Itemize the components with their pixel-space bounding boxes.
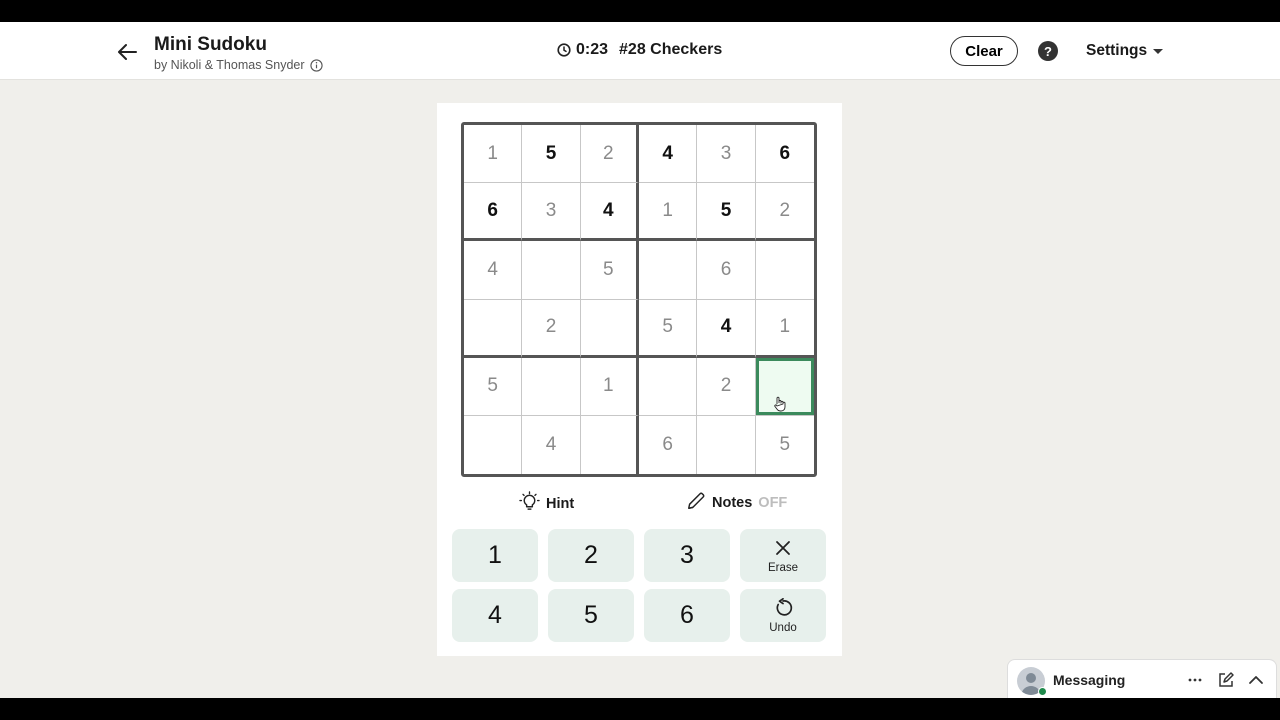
erase-label: Erase [767,561,799,574]
puzzle-id: #28 Checkers [619,41,723,58]
pencil-icon [686,491,706,515]
cell-r1-c1[interactable]: 1 [464,125,523,184]
cell-r3-c3[interactable]: 5 [580,241,639,300]
cell-r6-c3[interactable] [581,415,639,474]
cell-r2-c1[interactable]: 6 [464,183,523,242]
notes-state: OFF [758,495,788,511]
game-card: 1524366341524562541512465 Hint Notes OFF… [437,103,842,656]
cell-r6-c4[interactable]: 6 [639,415,698,474]
key-6[interactable]: 6 [644,589,730,642]
key-4[interactable]: 4 [452,589,538,642]
cell-r1-c4[interactable]: 4 [638,125,698,184]
messaging-bar[interactable]: Messaging [1007,659,1277,698]
cell-r4-c2[interactable]: 2 [522,299,581,358]
game-viewport: Mini Sudoku by Nikoli & Thomas Snyder 0:… [0,22,1280,698]
cell-r5-c1[interactable]: 5 [464,357,523,416]
cell-r2-c4[interactable]: 1 [638,183,698,242]
hint-label: Hint [546,495,575,512]
settings-menu[interactable]: Settings [1086,42,1164,60]
clear-button[interactable]: Clear [950,36,1018,66]
cell-r3-c2[interactable] [522,241,581,300]
cell-r2-c3[interactable]: 4 [580,183,639,242]
cell-r2-c6[interactable]: 2 [755,183,814,242]
chevron-down-icon [1153,48,1164,54]
messaging-label: Messaging [1053,672,1126,688]
undo-button[interactable]: Undo [740,589,826,642]
lightbulb-icon [519,491,540,516]
key-3[interactable]: 3 [644,529,730,582]
cell-r4-c4[interactable]: 5 [638,299,698,358]
cell-r5-c2[interactable] [522,357,581,416]
cell-r3-c1[interactable]: 4 [464,241,523,300]
cell-r3-c4[interactable] [638,241,698,300]
cell-r1-c6[interactable]: 6 [755,125,814,184]
help-icon[interactable]: ? [1038,41,1058,61]
erase-button[interactable]: Erase [740,529,826,582]
back-arrow-icon[interactable] [114,38,142,66]
timer-value: 0:23 [576,41,609,58]
key-2[interactable]: 2 [548,529,634,582]
cell-r1-c3[interactable]: 2 [580,125,639,184]
hint-button[interactable]: Hint [519,491,574,516]
compose-icon[interactable] [1217,671,1235,689]
cell-r5-c5[interactable]: 2 [697,357,756,416]
cell-r1-c2[interactable]: 5 [522,125,581,184]
sudoku-board: 1524366341524562541512465 [461,122,817,477]
cell-r4-c5[interactable]: 4 [697,299,756,358]
info-icon[interactable] [309,58,323,72]
online-status-dot [1038,687,1047,696]
cell-r6-c5[interactable] [697,415,756,474]
cell-r6-c1[interactable] [464,415,523,474]
notes-toggle[interactable]: Notes OFF [686,491,787,515]
game-header: Mini Sudoku by Nikoli & Thomas Snyder 0:… [0,22,1280,80]
game-toolbar: Hint Notes OFF [437,491,842,515]
cell-r2-c2[interactable]: 3 [522,183,581,242]
cell-r2-c5[interactable]: 5 [697,183,756,242]
cell-r6-c6[interactable]: 5 [756,416,814,474]
settings-label: Settings [1086,42,1148,59]
byline: by Nikoli & Thomas Snyder [154,58,323,72]
close-icon [776,540,790,555]
hand-cursor-icon [774,396,786,412]
undo-label: Undo [769,621,797,634]
cell-r1-c5[interactable]: 3 [697,125,756,184]
cell-r5-c6[interactable] [755,357,814,416]
cell-r4-c6[interactable]: 1 [755,300,814,358]
notes-label: Notes [712,495,753,511]
cell-r3-c5[interactable]: 6 [697,241,756,300]
key-5[interactable]: 5 [548,589,634,642]
cell-r4-c3[interactable] [580,299,639,358]
cell-r4-c1[interactable] [464,299,523,358]
timer-area: 0:23 #28 Checkers [557,41,722,59]
more-options-icon[interactable] [1186,671,1204,689]
undo-icon [776,597,793,616]
byline-text: by Nikoli & Thomas Snyder [154,58,305,72]
cell-r6-c2[interactable]: 4 [522,415,581,474]
key-1[interactable]: 1 [452,529,538,582]
cell-r5-c4[interactable] [638,357,698,416]
cell-r3-c6[interactable] [755,241,814,300]
cell-r5-c3[interactable]: 1 [580,357,639,416]
clock-icon [557,43,571,57]
chevron-up-icon[interactable] [1247,671,1265,689]
page-title: Mini Sudoku [154,34,267,55]
number-keypad: 1 2 3 Erase 4 5 6 Undo [452,529,828,642]
